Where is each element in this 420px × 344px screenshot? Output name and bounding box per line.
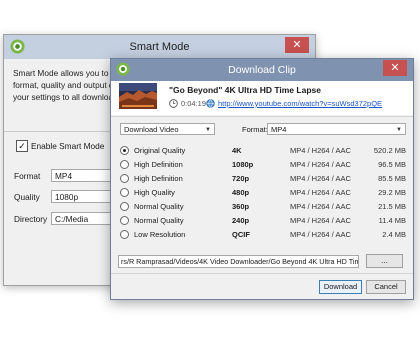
smart-mode-description: Smart Mode allows you to d format, quali… <box>13 67 123 127</box>
option-quality: Normal Quality <box>134 216 184 225</box>
divider <box>111 116 413 117</box>
option-codec: MP4 / H264 / AAC <box>290 188 351 197</box>
option-quality: High Definition <box>134 160 183 169</box>
option-resolution: QCIF <box>232 230 250 239</box>
description-line: format, quality and output d <box>13 80 114 90</box>
option-resolution: 720p <box>232 174 250 183</box>
radio-button[interactable] <box>120 174 129 183</box>
option-size: 29.2 MB <box>378 188 406 197</box>
option-size: 520.2 MB <box>373 146 406 155</box>
quality-option[interactable]: Low Resolution QCIF MP4 / H264 / AAC 2.4… <box>118 228 406 241</box>
option-resolution: 480p <box>232 188 250 197</box>
clip-title: "Go Beyond" 4K Ultra HD Time Lapse <box>169 85 321 95</box>
download-button[interactable]: Download <box>319 280 362 294</box>
option-resolution: 240p <box>232 216 250 225</box>
description-line: your settings to all downloa <box>13 92 114 102</box>
option-size: 85.5 MB <box>378 174 406 183</box>
chevron-down-icon: ▼ <box>205 127 211 133</box>
option-codec: MP4 / H264 / AAC <box>290 174 351 183</box>
clock-icon <box>169 99 178 108</box>
option-quality: Low Resolution <box>134 230 186 239</box>
option-size: 11.4 MB <box>378 216 406 225</box>
quality-option[interactable]: High Quality 480p MP4 / H264 / AAC 29.2 … <box>118 186 406 199</box>
globe-icon <box>206 99 215 108</box>
radio-button[interactable] <box>120 160 129 169</box>
format-field[interactable]: MP4 <box>51 169 119 182</box>
chevron-down-icon: ▼ <box>396 127 402 133</box>
format-select[interactable]: MP4 ▼ <box>267 123 406 135</box>
option-resolution: 1080p <box>232 160 254 169</box>
quality-option[interactable]: Original Quality 4K MP4 / H264 / AAC 520… <box>118 144 406 157</box>
format-label: Format <box>14 171 41 181</box>
save-path-field[interactable]: rs/R Ramprasad/Videos/4K Video Downloade… <box>118 255 359 268</box>
option-codec: MP4 / H264 / AAC <box>290 146 351 155</box>
quality-option[interactable]: Normal Quality 240p MP4 / H264 / AAC 11.… <box>118 214 406 227</box>
quality-option[interactable]: High Definition 720p MP4 / H264 / AAC 85… <box>118 172 406 185</box>
option-size: 96.5 MB <box>378 160 406 169</box>
radio-button[interactable] <box>120 146 129 155</box>
video-thumbnail <box>119 83 157 109</box>
option-codec: MP4 / H264 / AAC <box>290 230 351 239</box>
quality-field[interactable]: 1080p <box>51 190 119 203</box>
download-clip-dialog: Download Clip ✕ "Go Beyond" 4K Ultra HD … <box>110 58 414 300</box>
format-label: Format: <box>242 125 268 134</box>
divider <box>111 273 413 274</box>
quality-options-list: Original Quality 4K MP4 / H264 / AAC 520… <box>118 144 406 241</box>
quality-label: Quality <box>14 192 40 202</box>
option-quality: High Definition <box>134 174 183 183</box>
download-type-select[interactable]: Download Video ▼ <box>120 123 215 135</box>
option-quality: Normal Quality <box>134 202 184 211</box>
option-codec: MP4 / H264 / AAC <box>290 216 351 225</box>
radio-button[interactable] <box>120 230 129 239</box>
option-quality: High Quality <box>134 188 175 197</box>
close-button[interactable]: ✕ <box>383 60 407 76</box>
option-quality: Original Quality <box>134 146 186 155</box>
enable-smart-mode-label: Enable Smart Mode <box>31 141 105 151</box>
clip-info: "Go Beyond" 4K Ultra HD Time Lapse 0:04:… <box>111 81 413 115</box>
download-type-value: Download Video <box>124 125 179 134</box>
quality-option[interactable]: Normal Quality 360p MP4 / H264 / AAC 21.… <box>118 200 406 213</box>
option-codec: MP4 / H264 / AAC <box>290 202 351 211</box>
enable-smart-mode-checkbox[interactable]: ✓ <box>16 140 28 152</box>
option-resolution: 360p <box>232 202 250 211</box>
radio-button[interactable] <box>120 188 129 197</box>
clip-url-link[interactable]: http://www.youtube.com/watch?v=suWsd372p… <box>218 99 382 108</box>
description-line: Smart Mode allows you to d <box>13 68 116 78</box>
option-size: 2.4 MB <box>382 230 406 239</box>
format-value: MP4 <box>271 125 287 134</box>
download-clip-titlebar[interactable]: Download Clip ✕ <box>111 59 413 81</box>
radio-button[interactable] <box>120 216 129 225</box>
browse-button[interactable]: ... <box>366 254 403 268</box>
radio-selected-dot <box>123 149 126 152</box>
close-button[interactable]: ✕ <box>285 37 309 53</box>
directory-field[interactable]: C:/Media <box>51 212 119 225</box>
option-size: 21.5 MB <box>378 202 406 211</box>
smart-mode-titlebar[interactable]: Smart Mode ✕ <box>4 35 315 59</box>
radio-button[interactable] <box>120 202 129 211</box>
quality-option[interactable]: High Definition 1080p MP4 / H264 / AAC 9… <box>118 158 406 171</box>
smart-mode-title: Smart Mode <box>129 41 190 53</box>
directory-label: Directory <box>14 214 48 224</box>
option-codec: MP4 / H264 / AAC <box>290 160 351 169</box>
option-resolution: 4K <box>232 146 242 155</box>
cancel-button[interactable]: Cancel <box>366 280 406 294</box>
clip-duration: 0:04:19 <box>181 99 207 108</box>
download-clip-title: Download Clip <box>228 64 296 76</box>
